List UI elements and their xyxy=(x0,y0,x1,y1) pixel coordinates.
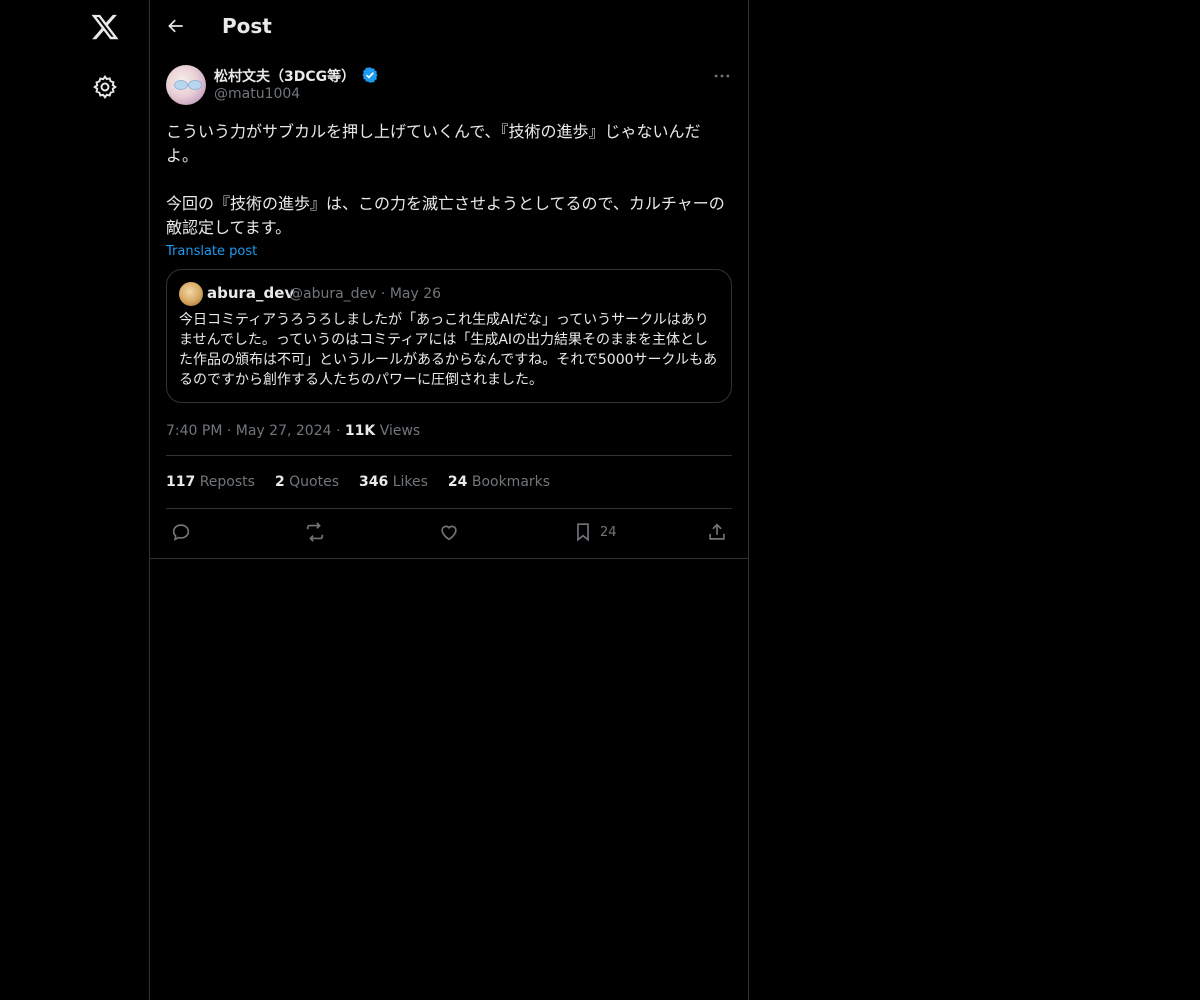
author-display-name[interactable]: 松村文夫（3DCG等） xyxy=(214,66,355,86)
separator-dot: · xyxy=(226,423,236,439)
quote-handle: @abura_dev xyxy=(289,286,377,302)
post-column: Post 松村文夫（3DCG等） @matu1004 こういう力がサブカルを押し… xyxy=(150,0,749,1000)
quote-text: 今日コミティアうろうろしましたが「あっこれ生成AIだな」っていうサークルはありま… xyxy=(179,312,718,388)
post-header: Post xyxy=(150,0,748,54)
divider xyxy=(150,558,748,559)
bookmark-icon xyxy=(572,521,594,543)
likes-stat[interactable]: 346 Likes xyxy=(359,474,428,490)
views-label: Views xyxy=(379,423,421,439)
post: 松村文夫（3DCG等） @matu1004 こういう力がサブカルを押し上げていく… xyxy=(166,64,732,555)
actions-row: 24 xyxy=(166,509,732,555)
quote-display-name: abura_dev xyxy=(207,284,295,302)
share-icon[interactable] xyxy=(706,521,728,543)
author-handle[interactable]: @matu1004 xyxy=(214,86,300,102)
x-logo-icon[interactable] xyxy=(90,12,120,42)
translate-post-link[interactable]: Translate post xyxy=(166,244,732,259)
quoted-post[interactable]: abura_dev @abura_dev · May 26 今日コミティアうろう… xyxy=(166,269,732,403)
page-title: Post xyxy=(222,14,272,38)
timestamp-row: 7:40 PM · May 27, 2024 · 11K Views xyxy=(166,423,732,439)
separator-dot: · xyxy=(335,423,345,439)
quote-date: May 26 xyxy=(389,286,442,302)
reposts-stat[interactable]: 117 Reposts xyxy=(166,474,255,490)
avatar xyxy=(179,282,203,306)
stats-row: 117 Reposts 2 Quotes 346 Likes 24 Bookma… xyxy=(166,456,732,508)
views-count: 11K xyxy=(344,423,376,439)
back-arrow-icon[interactable] xyxy=(166,16,188,38)
more-icon[interactable] xyxy=(712,66,732,86)
author-row: 松村文夫（3DCG等） @matu1004 xyxy=(166,64,732,108)
avatar[interactable] xyxy=(166,65,206,105)
separator-dot: · xyxy=(380,286,390,302)
left-rail xyxy=(0,0,150,1000)
quote-meta: @abura_dev · May 26 xyxy=(289,286,441,302)
post-text: こういう力がサブカルを押し上げていくんで、『技術の進歩』じゃないんだよ。 今回の… xyxy=(166,122,725,237)
post-time[interactable]: 7:40 PM xyxy=(166,423,222,439)
post-date[interactable]: May 27, 2024 xyxy=(236,423,332,439)
gear-icon[interactable] xyxy=(92,74,118,100)
verified-badge-icon xyxy=(361,66,379,84)
like-icon[interactable] xyxy=(438,521,460,543)
repost-icon[interactable] xyxy=(304,521,326,543)
bookmark-count: 24 xyxy=(600,524,617,540)
bookmarks-stat[interactable]: 24 Bookmarks xyxy=(448,474,550,490)
quotes-stat[interactable]: 2 Quotes xyxy=(275,474,339,490)
bookmark-button[interactable]: 24 xyxy=(572,521,617,543)
reply-icon[interactable] xyxy=(170,521,192,543)
